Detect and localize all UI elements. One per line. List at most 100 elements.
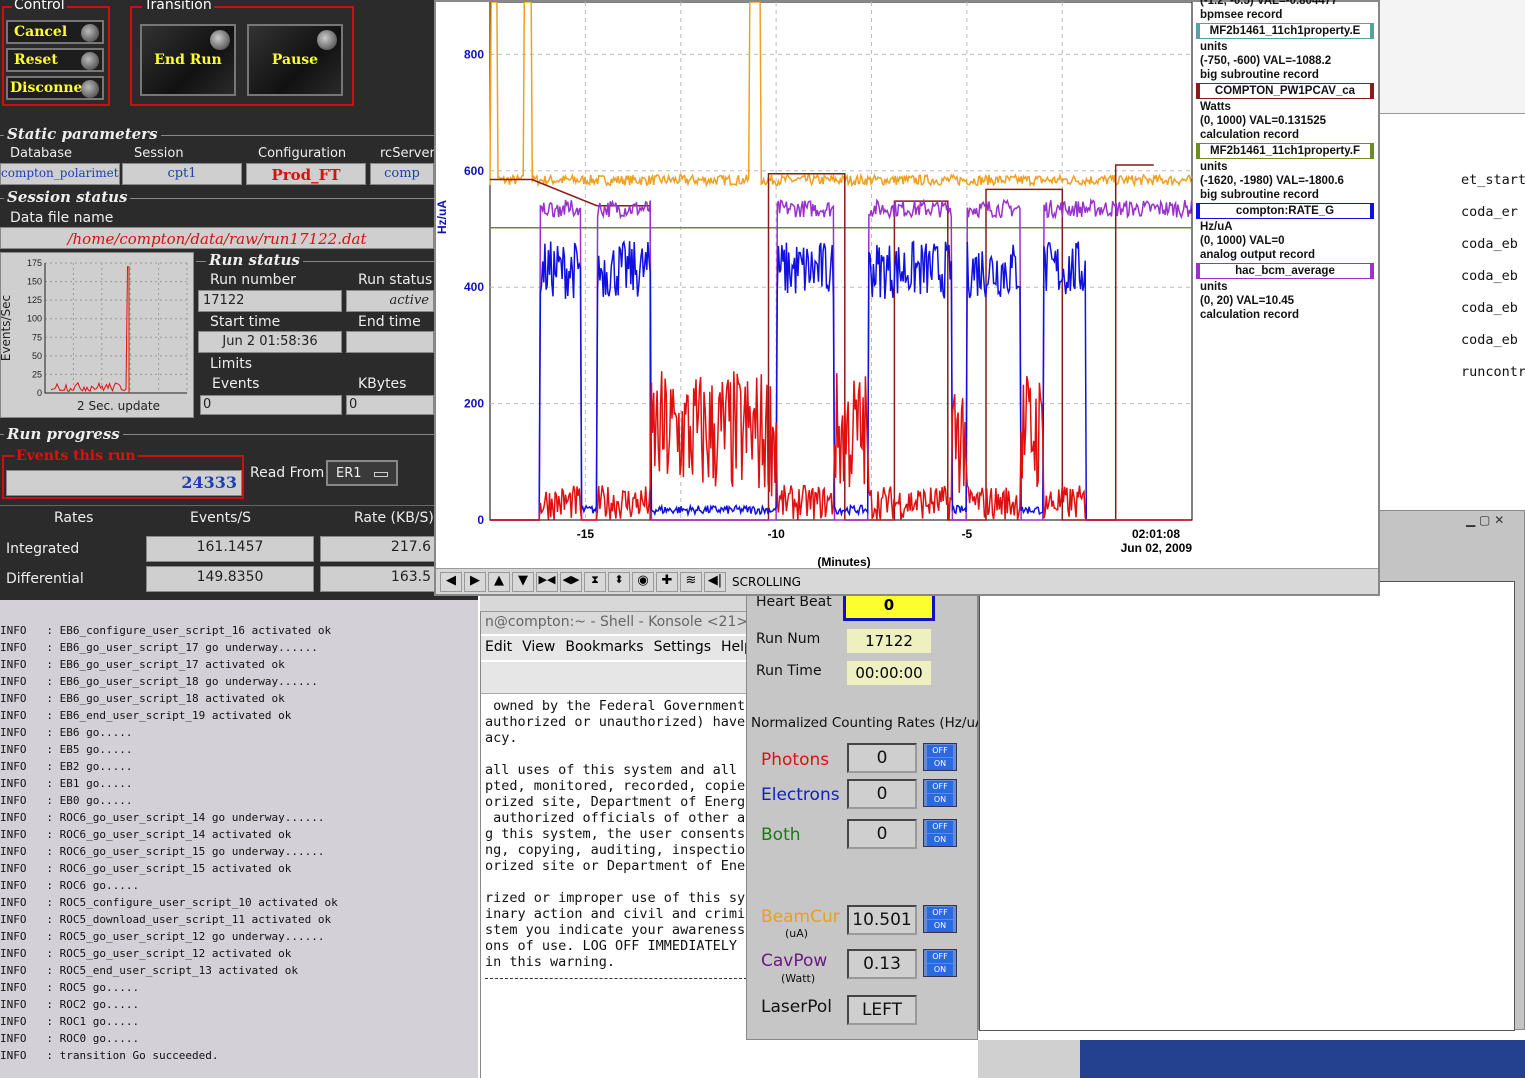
led-icon (317, 30, 337, 50)
legend-entry[interactable]: MF2b1461_11ch1property.F units (-1620, -19… (1196, 143, 1378, 202)
scroll-right-icon[interactable]: ▶ (464, 571, 486, 592)
log-line: INFO : EB6_go_user_script_18 activated o… (0, 692, 285, 705)
refresh-icon[interactable]: ≋ (680, 571, 702, 592)
legend-entry[interactable]: compton:RATE_G Hz/uA (0, 1000) VAL=0 analog… (1196, 203, 1378, 262)
konsole-line: all uses of this system and all f (485, 762, 747, 778)
go-live-icon[interactable]: ◀| (704, 571, 726, 592)
cancel-button[interactable]: Cancel (6, 20, 104, 44)
laserpol-value: LEFT (847, 995, 917, 1025)
zoom-out-x-icon[interactable]: ◀▶ (560, 571, 582, 592)
log-line: INFO : ROC6 go..... (0, 879, 140, 892)
mini-y-tick: 75 (32, 332, 42, 342)
electrons-toggle[interactable]: OFF ON (923, 779, 957, 807)
x-tick-label: -5 (962, 527, 973, 541)
both-toggle[interactable]: OFF ON (923, 819, 957, 847)
mini-y-tick: 100 (27, 314, 42, 324)
log-line: INFO : ROC5_go_user_script_12 go underwa… (0, 930, 325, 943)
photons-toggle[interactable]: OFF ON (923, 743, 957, 771)
right-terminal-scrollbar[interactable] (1377, 0, 1525, 114)
scroll-left-icon[interactable]: ◀ (440, 571, 462, 592)
terminal-line: et_start (1461, 172, 1525, 188)
zoom-in-x-icon[interactable]: ▶◀ (536, 571, 558, 592)
bottom-gray-strip (978, 1040, 1080, 1078)
read-from-select[interactable]: ER1 (326, 460, 398, 486)
heartbeat-text: 0 (883, 596, 895, 614)
scroll-up-icon[interactable]: ▲ (488, 571, 510, 592)
legend-range: (0, 1000) VAL=0 (1200, 235, 1285, 247)
auto-scale-icon[interactable]: ◉ (632, 571, 654, 592)
events-limit-field[interactable]: 0 (200, 395, 342, 415)
configuration-field: Prod_FT (246, 163, 366, 185)
kbytes-limit-field[interactable]: 0 (346, 395, 434, 415)
divider (0, 505, 478, 506)
konsole-line: authorized officials of other ag (485, 810, 747, 826)
limits-label: Limits (210, 356, 252, 372)
data-file-label: Data file name (10, 210, 114, 226)
konsole-menu-bookmarks[interactable]: Bookmarks (565, 639, 643, 655)
right-terminal-text: et_start coda_er coda_eb coda_eb coda_eb coda… (1461, 164, 1525, 388)
end-run-button[interactable]: End Run (140, 24, 236, 96)
start-time-field: Jun 2 01:58:36 (198, 331, 342, 353)
log-line: INFO : ROC5_go_user_script_12 activated … (0, 947, 292, 960)
control-group-title: Control (12, 0, 67, 13)
window-controls[interactable]: ▁ ▢ ✕ (1466, 513, 1522, 531)
beamcur-toggle[interactable]: OFF ON (923, 905, 957, 933)
konsole-menu-view[interactable]: View (522, 639, 555, 655)
events-rate-plot: 175 150 125 100 75 50 25 0 Events/Sec 2 Sec. up… (0, 252, 194, 418)
events-s-header: Events/S (190, 510, 252, 526)
led-icon (81, 80, 99, 98)
electrons-value: 0 (847, 779, 917, 809)
log-line: INFO : EB1 go..... (0, 777, 133, 790)
pause-button[interactable]: Pause (247, 24, 343, 96)
runnum-value: 17122 (847, 629, 931, 653)
mini-y-tick: 25 (32, 369, 42, 379)
dashed-separator (485, 978, 747, 979)
zoom-in-y-icon[interactable]: ⧗ (584, 571, 606, 592)
cavpow-toggle[interactable]: OFF ON (923, 949, 957, 977)
differential-label: Differential (6, 571, 84, 587)
legend-name: compton:RATE_G (1196, 203, 1374, 219)
led-icon (81, 52, 99, 70)
legend-type: bpmsee record (1200, 9, 1283, 21)
events-this-run-field: 24333 (6, 470, 242, 496)
legend-entry[interactable]: hac_bcm_average units (0, 20) VAL=10.45 cal… (1196, 263, 1378, 322)
konsole-titlebar: n@compton:~ - Shell - Konsole <21> (481, 612, 751, 634)
log-line: INFO : EB6_end_user_script_19 activated … (0, 709, 292, 722)
x-tick-label: -15 (577, 527, 595, 541)
reset-label: Reset (14, 52, 58, 68)
konsole-window: n@compton:~ - Shell - Konsole <21> Edit V… (480, 596, 751, 1078)
log-line: INFO : ROC5 go..... (0, 981, 140, 994)
log-line: INFO : ROC6_go_user_script_15 activated … (0, 862, 292, 875)
session-label: Session (134, 146, 184, 161)
log-line: INFO : EB2 go..... (0, 760, 133, 773)
differential-kb-field: 163.5 (320, 566, 436, 592)
mini-y-tick: 50 (32, 351, 42, 361)
run-status-title: Run status (206, 251, 303, 269)
legend-entry[interactable]: MF2b1461_11ch1property.E units (-750, -600… (1196, 23, 1378, 82)
konsole-line: acy. (485, 730, 518, 746)
scroll-down-icon[interactable]: ▼ (512, 571, 534, 592)
legend-entry[interactable]: (-1.2, -0.5) VAL=-0.804477 bpmsee record (1196, 0, 1378, 22)
log-line: INFO : EB6_go_user_script_17 activated o… (0, 658, 285, 671)
konsole-menu-settings[interactable]: Settings (654, 639, 711, 655)
runnum-label: Run Num (756, 631, 821, 647)
konsole-menu-edit[interactable]: Edit (485, 639, 512, 655)
disconnect-button[interactable]: Disconnect (6, 76, 104, 100)
reset-button[interactable]: Reset (6, 48, 104, 72)
cavpow-label: CavPow (761, 951, 828, 971)
end-run-label: End Run (154, 52, 222, 68)
legend-entry[interactable]: COMPTON_PW1PCAV_ca Watts (0, 1000) VAL=0.1… (1196, 83, 1378, 142)
konsole-toolbar (481, 662, 751, 694)
photons-label: Photons (761, 750, 830, 770)
reset-zoom-icon[interactable]: ✚ (656, 571, 678, 592)
y-tick-label: 200 (464, 397, 484, 411)
blank-window-content[interactable] (979, 581, 1515, 1031)
konsole-text[interactable]: owned by the Federal Government. authoriz… (485, 698, 747, 998)
scrolling-status: SCROLLING (732, 574, 801, 589)
log-output[interactable]: INFO : EB6_configure_user_script_16 acti… (0, 600, 478, 1078)
on-label: ON (927, 794, 953, 806)
zoom-out-y-icon[interactable]: ⬍ (608, 571, 630, 592)
konsole-line: inary action and civil and crimin (485, 906, 747, 922)
database-field: compton_polarimeter (0, 163, 120, 185)
terminal-line: coda_eb (1461, 300, 1518, 316)
